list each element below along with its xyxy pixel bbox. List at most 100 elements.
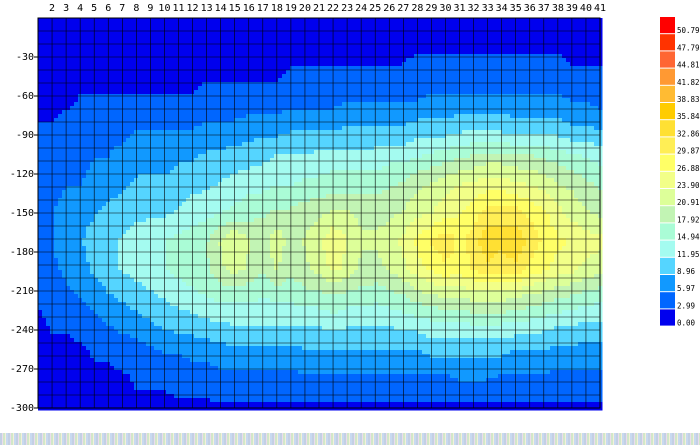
contour-cell <box>46 122 51 127</box>
contour-cell <box>102 98 107 103</box>
contour-cell <box>454 30 459 35</box>
contour-cell <box>278 26 283 31</box>
contour-cell <box>222 70 227 75</box>
contour-cell <box>406 58 411 63</box>
contour-cell <box>462 114 467 119</box>
contour-cell <box>38 46 43 51</box>
contour-cell <box>278 86 283 91</box>
contour-cell <box>138 110 143 115</box>
contour-cell <box>346 138 351 143</box>
contour-cell <box>522 134 527 139</box>
contour-cell <box>130 86 135 91</box>
contour-cell <box>458 58 463 63</box>
contour-cell <box>394 70 399 75</box>
contour-cell <box>130 78 135 83</box>
contour-cell <box>230 62 235 67</box>
contour-cell <box>562 126 567 131</box>
contour-cell <box>282 122 287 127</box>
contour-cell <box>346 46 351 51</box>
contour-cell <box>182 90 187 95</box>
contour-cell <box>82 90 87 95</box>
contour-cell <box>542 138 547 143</box>
contour-cell <box>462 18 467 23</box>
contour-cell <box>242 102 247 107</box>
contour-cell <box>194 18 199 23</box>
contour-cell <box>226 98 231 103</box>
contour-cell <box>574 130 579 135</box>
contour-cell <box>186 38 191 43</box>
contour-cell <box>518 90 523 95</box>
contour-cell <box>286 98 291 103</box>
contour-cell <box>146 142 151 147</box>
contour-cell <box>562 86 567 91</box>
contour-cell <box>114 46 119 51</box>
contour-cell <box>70 22 75 27</box>
contour-cell <box>42 62 47 67</box>
contour-cell <box>482 46 487 51</box>
contour-cell <box>210 70 215 75</box>
contour-cell <box>158 122 163 127</box>
contour-cell <box>486 138 491 143</box>
contour-cell <box>358 114 363 119</box>
contour-cell <box>174 90 179 95</box>
contour-cell <box>146 46 151 51</box>
contour-cell <box>222 26 227 31</box>
contour-cell <box>198 74 203 79</box>
contour-cell <box>266 138 271 143</box>
contour-cell <box>342 122 347 127</box>
contour-cell <box>502 114 507 119</box>
contour-cell <box>82 26 87 31</box>
contour-cell <box>550 90 555 95</box>
contour-cell <box>362 86 367 91</box>
contour-cell <box>154 106 159 111</box>
contour-cell <box>302 54 307 59</box>
contour-cell <box>506 18 511 23</box>
contour-cell <box>410 26 415 31</box>
contour-cell <box>442 50 447 55</box>
contour-cell <box>594 30 599 35</box>
contour-cell <box>546 62 551 67</box>
contour-cell <box>506 46 511 51</box>
contour-cell <box>266 98 271 103</box>
contour-cell <box>410 98 415 103</box>
contour-cell <box>346 90 351 95</box>
contour-cell <box>310 34 315 39</box>
contour-cell <box>258 62 263 67</box>
contour-cell <box>98 158 103 163</box>
contour-cell <box>322 122 327 127</box>
contour-cell <box>562 38 567 43</box>
contour-cell <box>182 130 187 135</box>
contour-cell <box>594 46 599 51</box>
contour-cell <box>218 18 223 23</box>
contour-cell <box>454 26 459 31</box>
contour-cell <box>110 122 115 127</box>
contour-cell <box>98 38 103 43</box>
contour-cell <box>482 82 487 87</box>
contour-cell <box>546 30 551 35</box>
contour-cell <box>510 62 515 67</box>
contour-cell <box>366 110 371 115</box>
contour-cell <box>174 54 179 59</box>
contour-cell <box>230 130 235 135</box>
contour-cell <box>486 86 491 91</box>
contour-cell <box>214 46 219 51</box>
contour-cell <box>286 54 291 59</box>
contour-cell <box>38 158 43 163</box>
contour-cell <box>478 90 483 95</box>
contour-cell <box>574 74 579 79</box>
contour-cell <box>462 78 467 83</box>
contour-cell <box>250 26 255 31</box>
contour-cell <box>426 62 431 67</box>
contour-cell <box>414 114 419 119</box>
contour-cell <box>426 154 431 159</box>
contour-cell <box>338 90 343 95</box>
contour-cell <box>566 62 571 67</box>
contour-cell <box>426 86 431 91</box>
contour-cell <box>274 70 279 75</box>
contour-cell <box>442 154 447 159</box>
contour-cell <box>334 90 339 95</box>
contour-cell <box>510 74 515 79</box>
contour-cell <box>382 82 387 87</box>
contour-cell <box>38 18 43 23</box>
contour-cell <box>318 90 323 95</box>
